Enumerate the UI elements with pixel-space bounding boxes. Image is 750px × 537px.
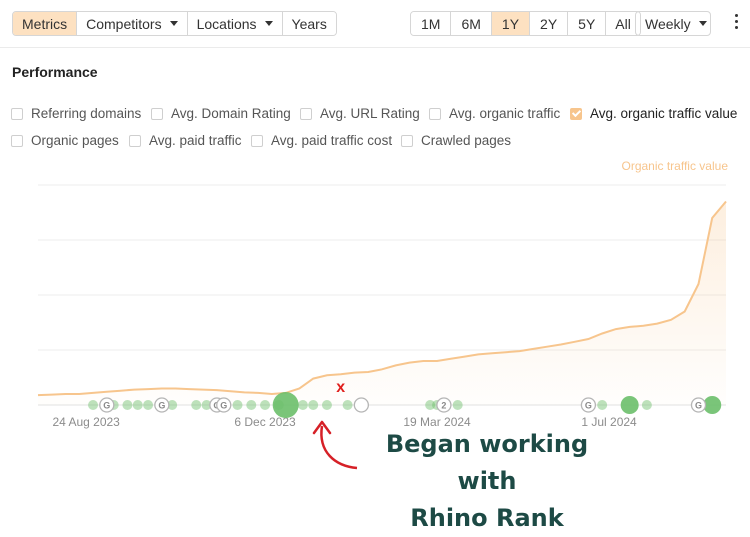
event-dot — [297, 400, 308, 410]
event-dot — [597, 400, 608, 410]
google-update-label: 2 — [441, 401, 446, 411]
event-dot — [132, 400, 143, 410]
annotation-line-2: Rhino Rank — [410, 504, 564, 532]
event-dot — [232, 400, 243, 410]
google-update-label: G — [103, 401, 110, 411]
annotation-arrow — [320, 425, 358, 470]
series-area — [38, 201, 726, 405]
google-update-label: G — [158, 401, 165, 411]
event-dot — [246, 400, 257, 410]
start-marker: x — [336, 379, 345, 396]
annotation-text: Began working with Rhino Rank — [362, 426, 612, 537]
event-dot — [620, 396, 639, 414]
google-update-icon — [353, 397, 370, 413]
event-dot — [143, 400, 154, 410]
event-dot — [452, 400, 463, 410]
event-dot — [260, 400, 271, 410]
google-update-label: G — [220, 401, 227, 411]
event-dot — [342, 400, 353, 410]
event-dot — [88, 400, 99, 410]
google-update-label: G — [585, 401, 592, 411]
annotation-line-1: Began working with — [385, 430, 589, 495]
event-dot — [191, 400, 202, 410]
event-dot — [272, 392, 299, 418]
event-dot — [641, 400, 652, 410]
traffic-value-chart: 24 Aug 2023 6 Dec 2023 19 Mar 2024 1 Jul 20… — [37, 159, 729, 470]
google-update-label: G — [695, 401, 702, 411]
legend-label: Organic traffic value — [622, 159, 729, 173]
event-dot — [321, 400, 332, 410]
x-tick-label: 24 Aug 2023 — [52, 415, 120, 429]
event-dot — [122, 400, 133, 410]
event-dot — [308, 400, 319, 410]
